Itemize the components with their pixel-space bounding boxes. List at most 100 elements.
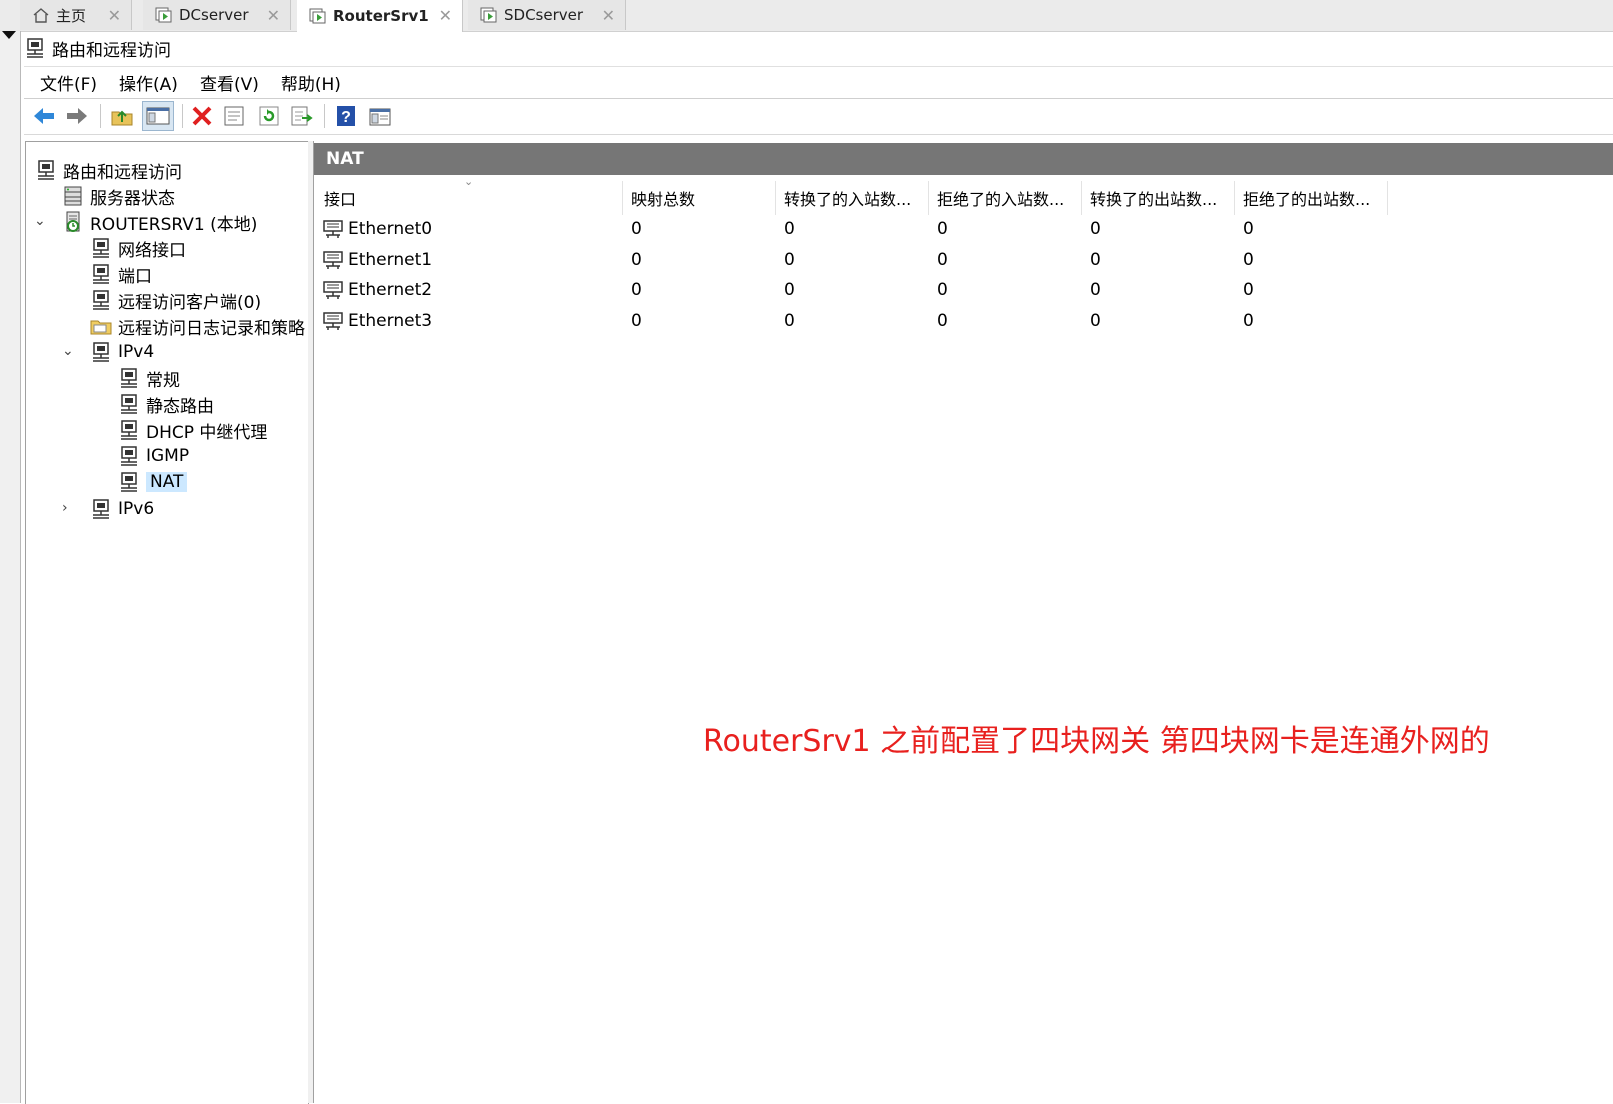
library-side-strip: [0, 31, 21, 1103]
interface-cell: Ethernet0: [322, 215, 432, 243]
refresh-icon[interactable]: [257, 104, 281, 128]
tree-network-interfaces[interactable]: 网络接口: [90, 236, 186, 261]
column-outbound-rejected[interactable]: 拒绝了的出站数...: [1235, 181, 1388, 215]
delete-icon[interactable]: [190, 104, 214, 128]
value-cell: 0: [631, 280, 642, 301]
tree-general[interactable]: 常规: [118, 366, 180, 391]
tree-logging-policy[interactable]: 远程访问日志记录和策略: [90, 314, 305, 339]
table-row[interactable]: Ethernet1 0 0 0 0 0: [314, 246, 1414, 274]
value-cell: 0: [784, 249, 795, 270]
tree-nat[interactable]: NAT: [118, 470, 188, 494]
value-cell: 0: [937, 219, 948, 239]
value-cell: 0: [1243, 280, 1254, 301]
table-row[interactable]: Ethernet0 0 0 0 0 0: [314, 215, 1414, 243]
collapse-chevron-icon[interactable]: ⌄: [62, 343, 74, 359]
tree-ipv6[interactable]: IPv6: [90, 497, 154, 521]
tree-item-label: 服务器状态: [90, 188, 175, 209]
value-cell: 0: [1243, 249, 1254, 270]
column-inbound-translated[interactable]: 转换了的入站数...: [776, 181, 929, 215]
show-hide-tree-icon[interactable]: [142, 101, 174, 131]
help-icon[interactable]: ?: [334, 104, 358, 128]
menu-file[interactable]: 文件(F): [40, 70, 97, 95]
column-outbound-translated[interactable]: 转换了的出站数...: [1082, 181, 1235, 215]
tree-igmp[interactable]: IGMP: [118, 444, 189, 468]
value-cell: 0: [937, 280, 948, 301]
dropdown-arrow-icon[interactable]: [0, 27, 19, 45]
value-cell: 0: [1243, 310, 1254, 331]
network-icon: [90, 289, 112, 311]
column-total-mappings[interactable]: 映射总数: [623, 181, 776, 215]
value-cell: 0: [784, 310, 795, 331]
toolbar: ?: [24, 98, 1613, 135]
collapse-chevron-icon[interactable]: ⌄: [34, 213, 46, 229]
export-list-icon[interactable]: [290, 104, 314, 128]
folder-icon: [90, 315, 112, 337]
table-row[interactable]: Ethernet3 0 0 0 0 0: [314, 307, 1414, 335]
interface-cell: Ethernet3: [322, 307, 432, 335]
value-cell: 0: [631, 249, 642, 270]
network-icon: [118, 471, 140, 493]
forward-icon[interactable]: [65, 104, 89, 128]
interface-cell: Ethernet2: [322, 276, 432, 304]
vm-tab-strip: 主页 ✕ DCserver ✕ RouterSrv1 ✕ SDCserver ✕: [0, 0, 1613, 32]
tab-label: 主页: [56, 6, 87, 25]
tree-item-label: ROUTERSRV1 (本地): [90, 214, 258, 235]
network-icon: [90, 498, 112, 520]
svg-text:?: ?: [341, 109, 351, 126]
value-cell: 0: [1090, 249, 1101, 270]
tree-remote-clients[interactable]: 远程访问客户端(0): [90, 288, 262, 313]
close-icon[interactable]: ✕: [602, 6, 615, 25]
menu-action[interactable]: 操作(A): [119, 70, 178, 95]
tree-item-label: DHCP 中继代理: [146, 422, 268, 443]
tree-ports[interactable]: 端口: [90, 262, 152, 287]
network-adapter-icon: [322, 279, 344, 301]
menu-help[interactable]: 帮助(H): [281, 70, 341, 95]
value-cell: 0: [937, 249, 948, 270]
server-icon: [62, 211, 84, 233]
value-cell: 0: [784, 219, 795, 239]
network-icon: [118, 419, 140, 441]
console-tree: 路由和远程访问服务器状态 ⌄ ROUTERSRV1 (本地) 网络接口 端口远程访问客户…: [25, 141, 309, 1104]
interface-cell: Ethernet1: [322, 246, 432, 274]
close-icon[interactable]: ✕: [439, 6, 452, 25]
tab-routersrv1[interactable]: RouterSrv1 ✕: [297, 0, 463, 32]
tab-home[interactable]: 主页 ✕: [20, 0, 132, 30]
vm-icon: [309, 8, 327, 24]
network-icon: [118, 445, 140, 467]
value-cell: 0: [1090, 280, 1101, 301]
column-inbound-rejected[interactable]: 拒绝了的入站数...: [929, 181, 1082, 215]
up-folder-icon[interactable]: [110, 104, 134, 128]
network-icon: [118, 367, 140, 389]
tab-sdcserver[interactable]: SDCserver ✕: [468, 0, 626, 30]
network-adapter-icon: [322, 249, 344, 271]
table-row[interactable]: Ethernet2 0 0 0 0 0: [314, 276, 1414, 304]
tree-server-status[interactable]: 服务器状态: [62, 184, 175, 209]
properties-icon[interactable]: [222, 104, 246, 128]
mmc-view-icon[interactable]: [368, 104, 392, 128]
results-pane: NAT 接口 映射总数 转换了的入站数... 拒绝了的入站数... 转换了的出站数...…: [313, 141, 1613, 1103]
tree-root-rras[interactable]: 路由和远程访问: [35, 158, 182, 183]
tree-item-label: 远程访问客户端(0): [118, 292, 262, 313]
window-title-bar: 路由和远程访问: [24, 33, 171, 63]
tab-label: DCserver: [179, 6, 249, 24]
tree-item-label: IPv6: [118, 499, 155, 519]
value-cell: 0: [937, 310, 948, 331]
back-icon[interactable]: [32, 104, 56, 128]
tree-static-routes[interactable]: 静态路由: [118, 392, 214, 417]
close-icon[interactable]: ✕: [267, 6, 280, 25]
value-cell: 0: [1090, 310, 1101, 331]
tree-routersrv1[interactable]: ROUTERSRV1 (本地): [62, 210, 258, 235]
close-icon[interactable]: ✕: [108, 6, 121, 25]
network-adapter-icon: [322, 310, 344, 332]
network-icon: [90, 237, 112, 259]
tab-dcserver[interactable]: DCserver ✕: [143, 0, 291, 30]
expand-chevron-icon[interactable]: ›: [62, 500, 68, 516]
value-cell: 0: [784, 280, 795, 301]
value-cell: 0: [1090, 219, 1101, 239]
tree-item-label: IGMP: [146, 446, 190, 466]
toolbar-separator: [100, 104, 101, 128]
menu-view[interactable]: 查看(V): [200, 70, 259, 95]
tree-dhcp-relay[interactable]: DHCP 中继代理: [118, 418, 268, 443]
interface-name: Ethernet3: [348, 310, 433, 331]
tree-ipv4[interactable]: IPv4: [90, 340, 154, 364]
